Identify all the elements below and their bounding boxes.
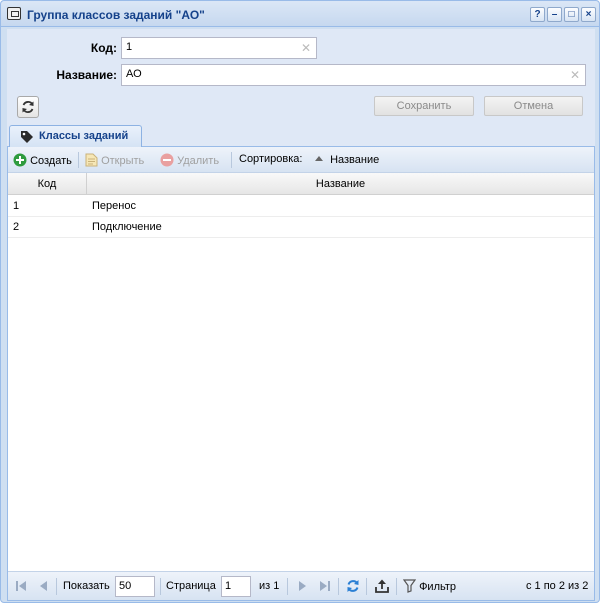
name-label: Название: bbox=[56, 68, 117, 82]
tab-strip: Классы заданий bbox=[7, 121, 595, 147]
create-button[interactable]: Создать bbox=[13, 153, 72, 167]
last-page-icon[interactable] bbox=[319, 580, 331, 592]
paging-separator bbox=[396, 578, 397, 595]
name-field[interactable]: АО ✕ bbox=[121, 64, 586, 86]
grid-header: Код Название bbox=[8, 173, 594, 195]
open-button[interactable]: Открыть bbox=[85, 153, 144, 167]
sort-by-name-button[interactable]: Название bbox=[314, 153, 379, 166]
page-label: Страница bbox=[166, 580, 216, 592]
paging-separator bbox=[366, 578, 367, 595]
reload-icon[interactable] bbox=[345, 578, 361, 594]
dialog-window: Группа классов заданий "АО" ? – □ × Код:… bbox=[0, 0, 600, 603]
show-label: Показать bbox=[63, 580, 110, 592]
save-button[interactable]: Сохранить bbox=[374, 96, 474, 116]
tag-icon bbox=[21, 131, 33, 143]
paging-separator bbox=[338, 578, 339, 595]
paging-separator bbox=[287, 578, 288, 595]
cell-name: Подключение bbox=[92, 221, 162, 233]
table-row[interactable]: 1 Перенос bbox=[8, 196, 594, 217]
title-bar[interactable]: Группа классов заданий "АО" ? – □ × bbox=[1, 1, 599, 27]
help-button[interactable]: ? bbox=[530, 7, 545, 22]
filter-icon bbox=[402, 579, 417, 593]
form-area: Код: 1 ✕ Название: АО ✕ Сохранить Отмена bbox=[7, 29, 595, 121]
sort-ascending-icon bbox=[315, 156, 323, 161]
tab-task-classes[interactable]: Классы заданий bbox=[9, 125, 142, 147]
page-size-field[interactable]: 50 bbox=[115, 576, 155, 597]
cancel-button[interactable]: Отмена bbox=[484, 96, 583, 116]
toolbar-separator bbox=[231, 152, 232, 168]
document-icon bbox=[85, 153, 98, 167]
close-button[interactable]: × bbox=[581, 7, 596, 22]
filter-button[interactable]: Фильтр bbox=[402, 579, 457, 593]
clear-name-icon[interactable]: ✕ bbox=[570, 68, 580, 82]
column-header-code[interactable]: Код bbox=[8, 173, 87, 195]
toolbar-separator bbox=[78, 152, 79, 168]
cell-code: 2 bbox=[13, 221, 20, 233]
window-icon bbox=[7, 7, 21, 20]
clear-code-icon[interactable]: ✕ bbox=[301, 41, 311, 55]
create-label: Создать bbox=[30, 155, 72, 167]
delete-label: Удалить bbox=[177, 155, 220, 167]
filter-label: Фильтр bbox=[419, 581, 457, 593]
code-label: Код: bbox=[90, 41, 117, 55]
open-label: Открыть bbox=[101, 155, 145, 167]
refresh-button[interactable] bbox=[17, 96, 39, 118]
export-icon[interactable] bbox=[374, 578, 390, 594]
minus-circle-icon bbox=[160, 153, 174, 167]
record-summary: с 1 по 2 из 2 bbox=[526, 580, 589, 592]
grid-toolbar: Создать Открыть Удалить Сортировка: Назв… bbox=[8, 147, 594, 173]
refresh-icon bbox=[22, 101, 34, 113]
paging-separator bbox=[160, 578, 161, 595]
code-value: 1 bbox=[126, 41, 133, 53]
page-number-field[interactable]: 1 bbox=[221, 576, 251, 597]
cell-code: 1 bbox=[13, 200, 20, 212]
next-page-icon[interactable] bbox=[296, 580, 308, 592]
delete-button[interactable]: Удалить bbox=[160, 153, 219, 167]
page-count-label: из 1 bbox=[259, 580, 280, 592]
first-page-icon[interactable] bbox=[15, 580, 27, 592]
paging-separator bbox=[56, 578, 57, 595]
minimize-button[interactable]: – bbox=[547, 7, 562, 22]
plus-circle-icon bbox=[13, 153, 27, 167]
maximize-button[interactable]: □ bbox=[564, 7, 579, 22]
column-header-name[interactable]: Название bbox=[87, 173, 594, 195]
task-classes-panel: Создать Открыть Удалить Сортировка: Назв… bbox=[7, 147, 595, 601]
window-title: Группа классов заданий "АО" bbox=[27, 8, 205, 22]
prev-page-icon[interactable] bbox=[38, 580, 50, 592]
tab-label: Классы заданий bbox=[39, 130, 129, 142]
cell-name: Перенос bbox=[92, 200, 136, 212]
table-row[interactable]: 2 Подключение bbox=[8, 217, 594, 238]
name-value: АО bbox=[126, 68, 142, 80]
sort-field-label: Название bbox=[330, 154, 380, 166]
code-field[interactable]: 1 ✕ bbox=[121, 37, 317, 59]
sort-label: Сортировка: bbox=[239, 153, 303, 165]
paging-toolbar: Показать 50 Страница 1 из 1 Фильтр с 1 п… bbox=[8, 571, 594, 600]
